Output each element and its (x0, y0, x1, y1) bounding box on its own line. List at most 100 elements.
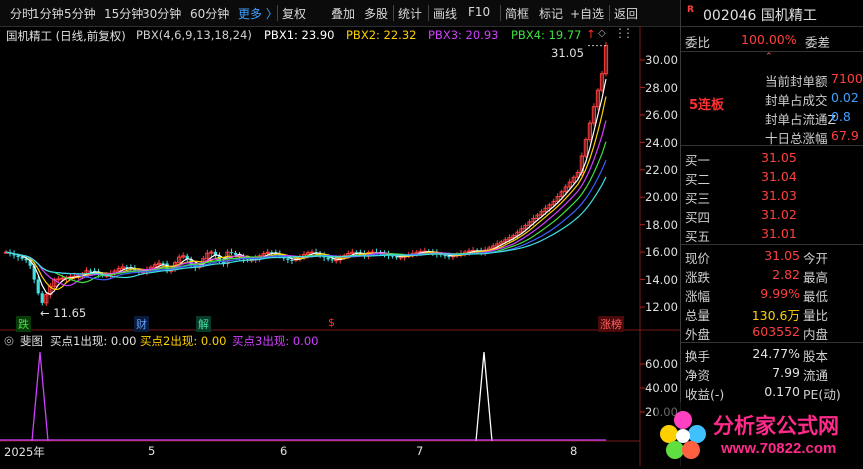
collapse-chevron-icon[interactable]: ⌃ (765, 52, 773, 62)
more-options-icon-2[interactable]: ⋮ (622, 26, 634, 40)
buy-level-row[interactable]: 买三 31.03 (681, 187, 863, 206)
candle-body-down (229, 252, 234, 254)
toolbar-more-button[interactable]: 更多 〉 (238, 5, 278, 22)
stat-value: 0.170 (764, 384, 800, 399)
stat-label-2: 流通 (803, 368, 829, 383)
marker-dollar[interactable]: $ (326, 316, 337, 329)
indicator-name: PBX(4,6,9,13,18,24) (136, 28, 252, 42)
price-tick-label: 14.00 (645, 273, 678, 287)
quote-side-panel: R 002046 国机精工 委比 100.00% 委差 ⌃ 5连板 当前封单额 7… (680, 0, 863, 466)
candle-body-up (60, 277, 65, 280)
stat-row: 收益(-) 0.170 PE(动) (681, 383, 863, 402)
stat-label-2: 股本 (803, 349, 829, 364)
toolbar-30min-button[interactable]: 30分钟 (142, 5, 181, 22)
toolbar-f10-button[interactable]: F10 (468, 5, 490, 19)
toolbar-60min-button[interactable]: 60分钟 (190, 5, 229, 22)
x-tick-label: 2025年 (4, 445, 45, 459)
buy3-value: 买点3出现: 0.00 (232, 334, 319, 348)
sub-tick-label: 60.00 (645, 357, 678, 371)
seal-label: 当前封单额 (765, 74, 828, 89)
quote-value: 2.82 (772, 267, 800, 282)
stat-label-2: PE(动) (803, 387, 841, 402)
seal-row: 当前封单额 7100 (681, 70, 863, 89)
buy-level-row[interactable]: 买四 31.02 (681, 206, 863, 225)
quote-label: 外盘 (685, 327, 711, 342)
toolbar-diejia-button[interactable]: 叠加 (331, 5, 355, 22)
quote-label-2: 今开 (803, 251, 829, 266)
candle-body-down (40, 293, 44, 303)
up-arrow-icon: ↑ (586, 27, 596, 41)
marker-zhangbang[interactable]: 涨榜 (598, 316, 624, 332)
quote-label-2: 量比 (803, 308, 829, 323)
ma-line-pbx5 (5, 159, 607, 281)
ma-line-pbx1 (5, 78, 607, 295)
diamond-icon[interactable]: ◇ (598, 28, 606, 39)
sub-tick-label: 40.00 (645, 381, 678, 395)
toolbar-biaoji-button[interactable]: 标记 (539, 5, 563, 22)
buy2-value: 买点2出现: 0.00 (140, 334, 227, 348)
quote-value: 130.6万 (751, 308, 800, 323)
toolbar-duogu-button[interactable]: 多股 (364, 5, 388, 22)
ma-line-pbx3 (5, 120, 607, 287)
toolbar-separator (393, 5, 394, 21)
ma-line-pbx2 (5, 96, 607, 291)
stat-row: 换手 24.77% 股本 (681, 345, 863, 364)
price-tick-label: 18.00 (645, 218, 678, 232)
buy-level-row[interactable]: 买一 31.05 (681, 149, 863, 168)
buy-level-row[interactable]: 买五 31.01 (681, 225, 863, 244)
buy-level-label: 买三 (685, 191, 711, 206)
toolbar-separator (500, 5, 501, 21)
stat-value: 7.99 (772, 365, 800, 380)
toolbar-1min-button[interactable]: 1分钟 (32, 5, 64, 22)
toolbar-jiankuang-button[interactable]: 简框 (505, 5, 529, 22)
toolbar-separator (277, 5, 278, 21)
pbx4-value: PBX4: 19.77 (511, 28, 582, 42)
toolbar-back-button[interactable]: 返回 (614, 5, 638, 22)
candle-body-up (334, 259, 339, 262)
ma-line-pbx4 (5, 141, 607, 284)
weibi-row: 委比 100.00% 委差 (681, 31, 863, 50)
toolbar-15min-button[interactable]: 15分钟 (104, 5, 143, 22)
seal-label: 封单占流通Z (765, 112, 837, 127)
toolbar-separator (428, 5, 429, 21)
marker-jie[interactable]: 解 (196, 316, 211, 332)
candle-body-down (395, 256, 399, 258)
quote-row: 涨幅 9.99% 最低 (681, 285, 863, 304)
toolbar-fenshi-button[interactable]: 分时 (10, 5, 34, 22)
candle-body-down (286, 258, 290, 261)
pbx2-value: PBX2: 22.32 (346, 28, 417, 42)
quote-label: 涨幅 (685, 289, 711, 304)
toolbar-tongji-button[interactable]: 统计 (398, 5, 422, 22)
toolbar-fuquan-button[interactable]: 复权 (282, 5, 306, 22)
toolbar-separator (609, 5, 610, 21)
x-tick-label: 6 (280, 444, 288, 458)
stat-value: 24.77% (752, 346, 800, 361)
price-tick-label: 26.00 (645, 108, 678, 122)
sub-panel-toggle-icon[interactable]: ◎ (4, 333, 14, 347)
price-tick-label: 30.00 (645, 53, 678, 67)
price-tick-label: 20.00 (645, 190, 678, 204)
marker-die[interactable]: 跌 (16, 316, 31, 332)
toolbar-add-favorite-button[interactable]: +自选 (570, 5, 604, 22)
toolbar-huaxian-button[interactable]: 画线 (433, 5, 457, 22)
watermark: 分析家公式网 www.70822.com (655, 402, 863, 466)
low-price-label: ← 11.65 (40, 306, 87, 320)
quote-label-2: 最低 (803, 289, 829, 304)
buy-level-price: 31.03 (761, 188, 797, 203)
weibi-label: 委比 (685, 35, 711, 50)
quote-label-2: 内盘 (803, 327, 829, 342)
kline-chart-area[interactable] (0, 25, 680, 466)
marker-cai[interactable]: 财 (134, 316, 149, 332)
quote-row: 涨跌 2.82 最高 (681, 266, 863, 285)
kline-chart-svg[interactable] (0, 25, 680, 466)
buy-level-row[interactable]: 买二 31.04 (681, 168, 863, 187)
quote-label-2: 最高 (803, 270, 829, 285)
watermark-url: www.70822.com (721, 440, 837, 457)
buy-signal-spike (475, 351, 493, 442)
buy-level-label: 买四 (685, 210, 711, 225)
buy-signal-spike (31, 351, 49, 442)
toolbar-5min-button[interactable]: 5分钟 (64, 5, 96, 22)
candle-body-down (36, 279, 40, 294)
pbx1-value: PBX1: 23.90 (264, 28, 335, 42)
buy1-value: 买点1出现: 0.00 (50, 334, 137, 348)
